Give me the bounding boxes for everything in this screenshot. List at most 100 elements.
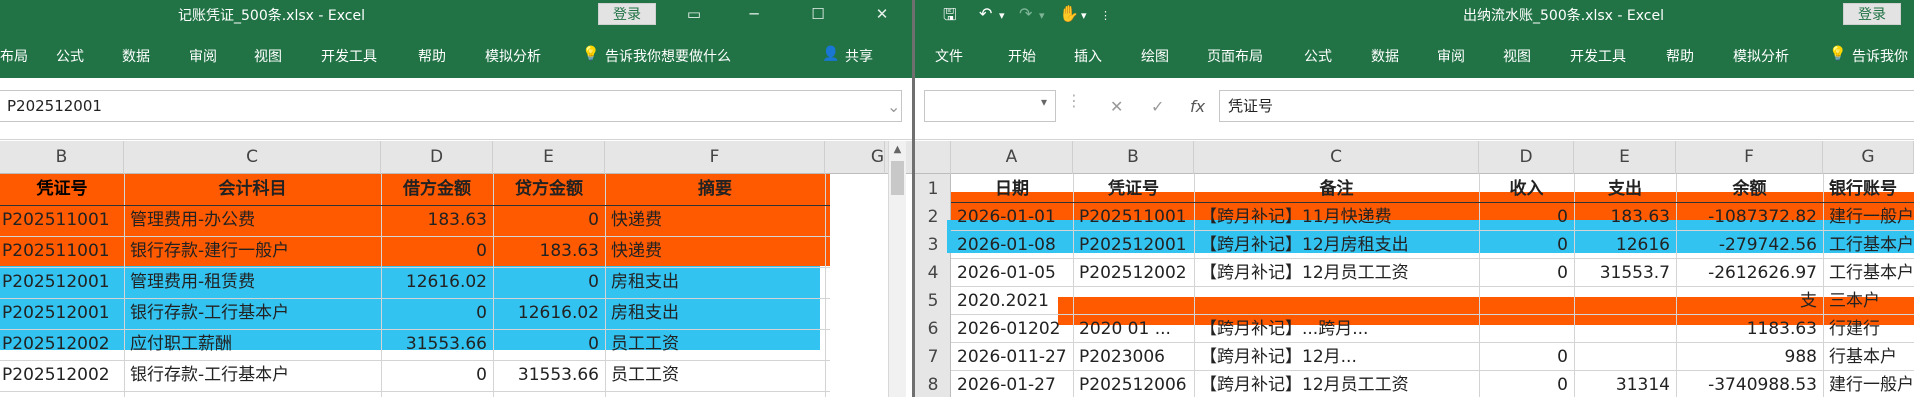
cell-date[interactable]: 2026-01-01 bbox=[951, 202, 1073, 233]
cell-expense[interactable]: 183.63 bbox=[1574, 202, 1676, 233]
cell-voucher[interactable]: P202512001 bbox=[0, 267, 124, 298]
col-header-c[interactable]: C bbox=[124, 141, 381, 174]
col-header-d[interactable]: D bbox=[1479, 141, 1574, 174]
row-number[interactable]: 3 bbox=[915, 230, 951, 261]
chevron-down-icon[interactable]: ⌄ bbox=[887, 97, 900, 116]
scroll-up-icon[interactable]: ▲ bbox=[889, 141, 906, 159]
cell-bank[interactable]: 建行一般户 bbox=[1823, 370, 1914, 397]
cell-income[interactable]: 0 bbox=[1479, 370, 1574, 397]
cell-summary[interactable]: 员工工资 bbox=[605, 329, 825, 360]
tab-help[interactable]: 帮助 bbox=[1666, 46, 1694, 66]
cell-expense[interactable]: 12616 bbox=[1574, 230, 1676, 261]
cell-expense[interactable] bbox=[1574, 314, 1676, 345]
cell-voucher[interactable]: P202512002 bbox=[0, 329, 124, 360]
tab-view[interactable]: 视图 bbox=[254, 46, 282, 66]
undo-icon[interactable]: ↶ bbox=[979, 4, 992, 23]
cell-voucher[interactable] bbox=[1073, 286, 1194, 317]
cell-summary[interactable]: 快递费 bbox=[605, 236, 825, 267]
cell-income[interactable]: 0 bbox=[1479, 342, 1574, 373]
cell-voucher[interactable]: P202512002 bbox=[1073, 258, 1194, 289]
row-number[interactable]: 6 bbox=[915, 314, 951, 345]
header-voucher[interactable]: 凭证号 bbox=[1073, 174, 1194, 205]
col-header-f[interactable]: F bbox=[1676, 141, 1823, 174]
select-all-corner[interactable] bbox=[915, 141, 951, 174]
cell-voucher[interactable]: P2023006 bbox=[1073, 342, 1194, 373]
tab-simulation[interactable]: 模拟分析 bbox=[485, 46, 541, 66]
cell-expense[interactable]: 31553.7 bbox=[1574, 258, 1676, 289]
cell-credit[interactable]: 183.63 bbox=[493, 236, 605, 267]
cell-balance[interactable]: 988 bbox=[1676, 342, 1823, 373]
cell-credit[interactable]: 0 bbox=[493, 329, 605, 360]
cell-voucher[interactable]: P202512002 bbox=[0, 360, 124, 391]
tab-home[interactable]: 开始 bbox=[1008, 46, 1036, 66]
maximize-icon[interactable]: ☐ bbox=[808, 4, 828, 24]
scroll-thumb[interactable] bbox=[891, 161, 904, 195]
undo-dropdown-icon[interactable]: ▾ bbox=[999, 9, 1005, 22]
tell-me-search[interactable]: 告诉我你想要做什么 bbox=[605, 46, 731, 66]
cell-voucher[interactable]: P202511001 bbox=[1073, 202, 1194, 233]
cell-account[interactable]: 银行存款-建行一般户 bbox=[124, 236, 381, 267]
cell-income[interactable] bbox=[1479, 314, 1574, 345]
minimize-icon[interactable]: ─ bbox=[744, 4, 764, 24]
cell-date[interactable]: 2020.2021 bbox=[951, 286, 1073, 317]
redo-dropdown-icon[interactable]: ▾ bbox=[1039, 9, 1045, 22]
cell-credit[interactable]: 12616.02 bbox=[493, 298, 605, 329]
tab-data[interactable]: 数据 bbox=[1371, 46, 1399, 66]
login-button[interactable]: 登录 bbox=[598, 3, 656, 25]
tab-view[interactable]: 视图 bbox=[1503, 46, 1531, 66]
col-header-d[interactable]: D bbox=[381, 141, 493, 174]
cell-expense[interactable] bbox=[1574, 286, 1676, 317]
col-header-a[interactable]: A bbox=[951, 141, 1073, 174]
cell-balance[interactable]: 1183.63 bbox=[1676, 314, 1823, 345]
tab-draw[interactable]: 绘图 bbox=[1141, 46, 1169, 66]
cell-account[interactable]: 银行存款-工行基本户 bbox=[124, 298, 381, 329]
cell-bank[interactable]: 工行基本户 bbox=[1823, 258, 1914, 289]
cell-income[interactable]: 0 bbox=[1479, 258, 1574, 289]
cell-bank[interactable]: 建行一般户 bbox=[1823, 202, 1914, 233]
header-debit[interactable]: 借方金额 bbox=[381, 174, 493, 205]
cell-income[interactable]: 0 bbox=[1479, 202, 1574, 233]
cell-account[interactable]: 应付职工薪酬 bbox=[124, 329, 381, 360]
col-header-g[interactable]: G bbox=[825, 141, 885, 174]
cell-remark[interactable]: 【跨月补记】11月快递费 bbox=[1194, 202, 1479, 233]
ribbon-display-icon[interactable]: ▭ bbox=[684, 4, 704, 24]
tab-formulas[interactable]: 公式 bbox=[1304, 46, 1332, 66]
cell-date[interactable]: 2026-01-27 bbox=[951, 370, 1073, 397]
tell-me-search[interactable]: 告诉我你 bbox=[1852, 46, 1908, 66]
cell-credit[interactable]: 0 bbox=[493, 205, 605, 236]
tab-insert[interactable]: 插入 bbox=[1074, 46, 1102, 66]
header-balance[interactable]: 余额 bbox=[1676, 174, 1823, 205]
cell-balance[interactable]: -3740988.53 bbox=[1676, 370, 1823, 397]
cell-debit[interactable]: 0 bbox=[381, 298, 493, 329]
cell-date[interactable]: 2026-01202 bbox=[951, 314, 1073, 345]
cell-balance[interactable]: -1087372.82 bbox=[1676, 202, 1823, 233]
tab-file[interactable]: 文件 bbox=[935, 46, 963, 66]
cell-credit[interactable]: 0 bbox=[493, 267, 605, 298]
tab-simulation[interactable]: 模拟分析 bbox=[1733, 46, 1789, 66]
redo-icon[interactable]: ↷ bbox=[1019, 4, 1032, 23]
row-number[interactable]: 1 bbox=[915, 174, 951, 205]
cell-debit[interactable]: 0 bbox=[381, 236, 493, 267]
cell-voucher[interactable]: P202512001 bbox=[0, 298, 124, 329]
cell-remark[interactable] bbox=[1194, 286, 1479, 317]
cell-summary[interactable]: 员工工资 bbox=[605, 360, 825, 391]
col-header-f[interactable]: F bbox=[605, 141, 825, 174]
cell-summary[interactable]: 快递费 bbox=[605, 205, 825, 236]
cell-voucher[interactable]: 2020 01 ... bbox=[1073, 314, 1194, 345]
col-header-b[interactable]: B bbox=[1073, 141, 1194, 174]
cell-remark[interactable]: 【跨月补记】12月... bbox=[1194, 342, 1479, 373]
header-voucher[interactable]: 凭证号 bbox=[0, 174, 124, 205]
cell-debit[interactable]: 183.63 bbox=[381, 205, 493, 236]
tab-developer[interactable]: 开发工具 bbox=[1570, 46, 1626, 66]
touch-mode-icon[interactable]: ✋ bbox=[1059, 4, 1079, 23]
touch-dropdown-icon[interactable]: ▾ bbox=[1081, 9, 1087, 22]
login-button[interactable]: 登录 bbox=[1843, 3, 1901, 25]
cell-income[interactable]: 0 bbox=[1479, 230, 1574, 261]
cell-expense[interactable] bbox=[1574, 342, 1676, 373]
name-box[interactable] bbox=[924, 90, 1056, 122]
close-icon[interactable]: ✕ bbox=[872, 4, 892, 24]
cell-credit[interactable]: 31553.66 bbox=[493, 360, 605, 391]
cell-debit[interactable]: 31553.66 bbox=[381, 329, 493, 360]
cell-voucher[interactable]: P202511001 bbox=[0, 205, 124, 236]
row-number[interactable]: 5 bbox=[915, 286, 951, 317]
